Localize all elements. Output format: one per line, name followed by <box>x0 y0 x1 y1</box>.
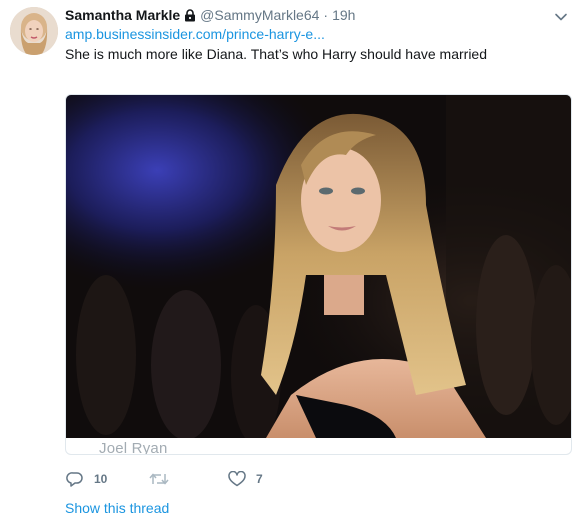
media-photo[interactable] <box>66 95 572 438</box>
display-name[interactable]: Samantha Markle <box>65 7 180 23</box>
timestamp[interactable]: 19h <box>332 7 355 23</box>
media-card[interactable]: Joel Ryan <box>65 94 572 455</box>
media-credit: Joel Ryan <box>99 440 168 455</box>
tweet-link[interactable]: amp.businessinsider.com/prince-harry-e..… <box>65 26 325 42</box>
retweet-button[interactable] <box>149 470 227 488</box>
tweet-header: Samantha Markle @SammyMarkle64 · 19h <box>65 6 355 24</box>
reply-icon <box>65 470 85 488</box>
separator-dot: · <box>323 7 329 23</box>
lock-icon <box>184 8 196 22</box>
tweet-text: She is much more like Diana. That’s who … <box>65 46 488 62</box>
like-count: 7 <box>256 472 263 486</box>
reply-button[interactable]: 10 <box>65 470 149 488</box>
chevron-down-icon[interactable] <box>554 10 568 24</box>
tweet-actions: 10 7 <box>65 468 307 490</box>
reply-count: 10 <box>94 472 108 486</box>
user-handle[interactable]: @SammyMarkle64 <box>200 7 319 23</box>
heart-icon <box>227 470 247 488</box>
like-button[interactable]: 7 <box>227 470 307 488</box>
avatar[interactable] <box>10 7 58 55</box>
show-thread-link[interactable]: Show this thread <box>65 500 169 516</box>
retweet-icon <box>149 470 169 488</box>
avatar-image <box>10 7 58 55</box>
